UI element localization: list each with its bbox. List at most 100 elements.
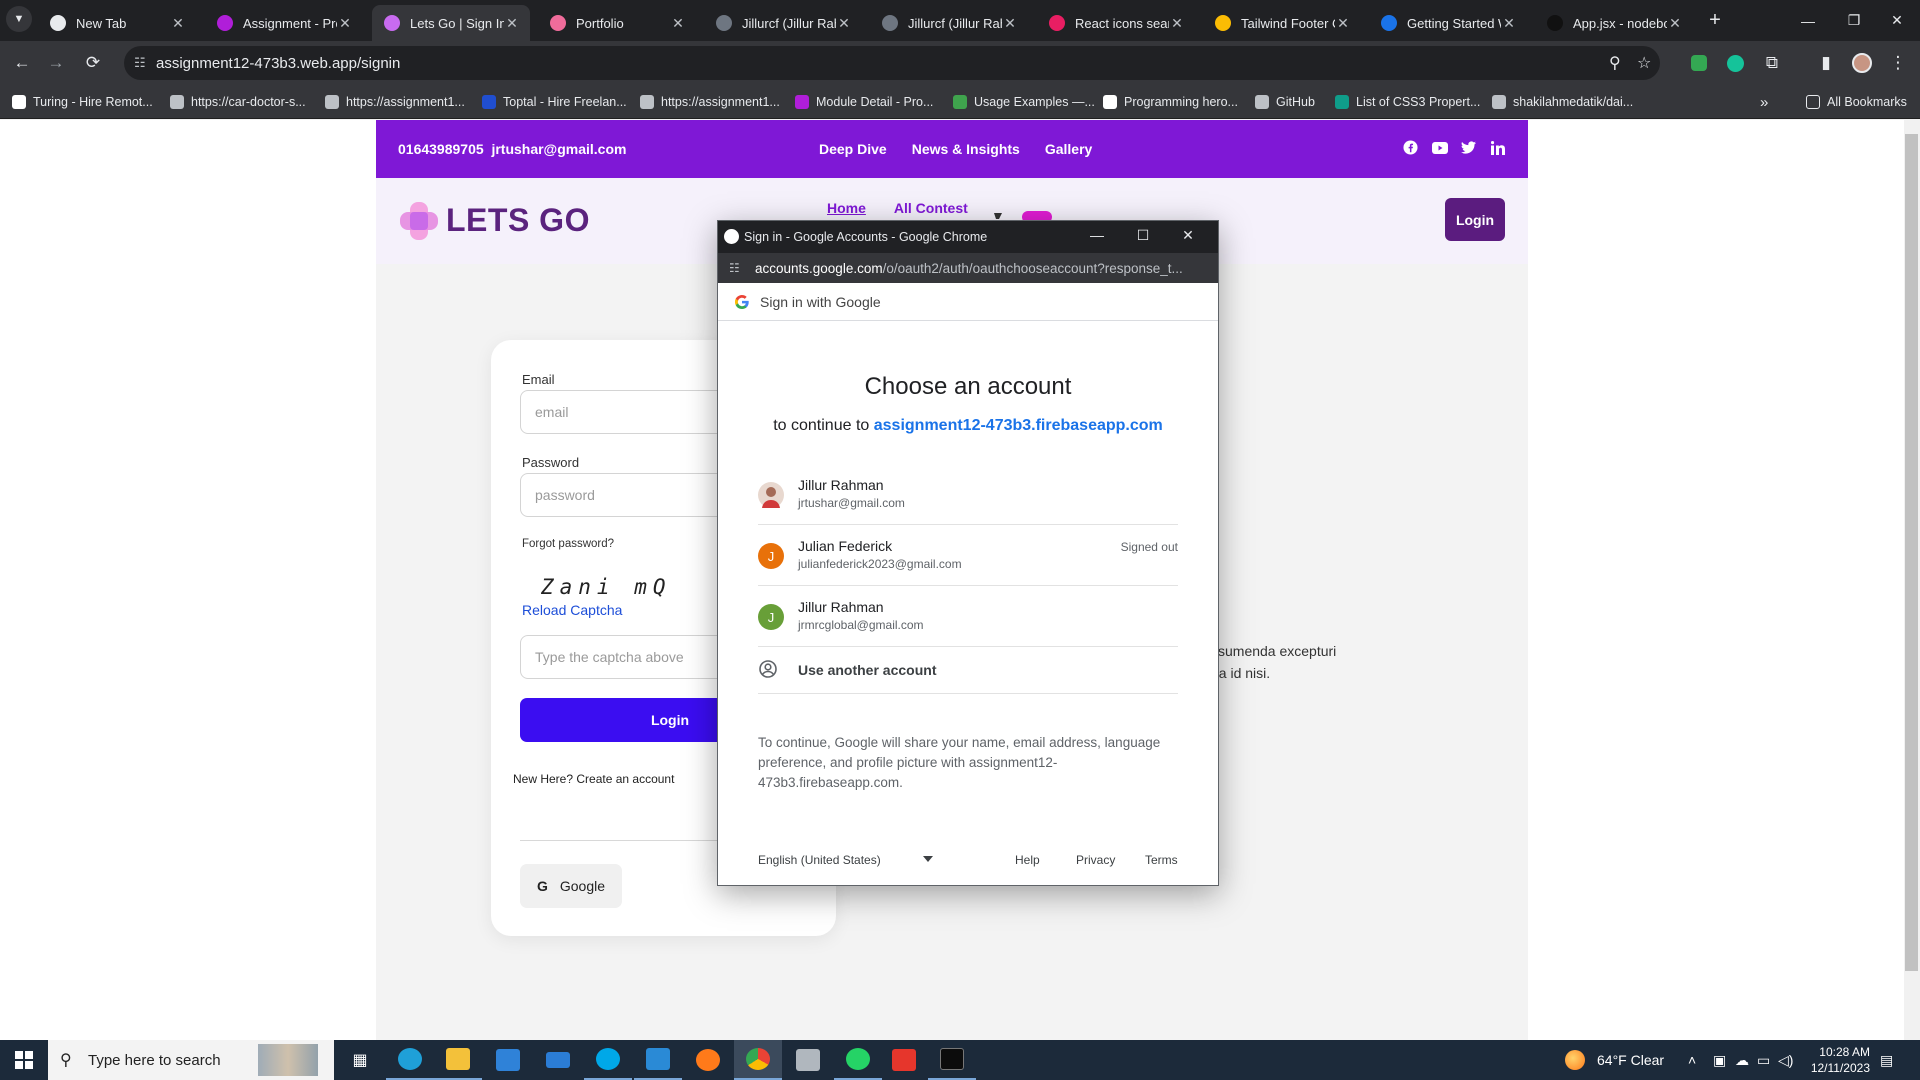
whatsapp-app[interactable] xyxy=(834,1040,882,1080)
meet-now-icon[interactable]: ▣ xyxy=(1713,1052,1726,1069)
privacy-link[interactable]: Privacy xyxy=(1076,853,1115,867)
language-select[interactable]: English (United States) xyxy=(758,853,881,867)
close-tab-icon[interactable]: ✕ xyxy=(670,15,686,32)
logo-icon[interactable] xyxy=(398,200,440,242)
more-bookmarks-chevron-icon[interactable]: » xyxy=(1760,93,1768,111)
browser-tab[interactable]: React icons search✕ xyxy=(1037,5,1195,41)
onedrive-icon[interactable]: ☁ xyxy=(1735,1052,1749,1069)
browser-menu-icon[interactable]: ⋮ xyxy=(1884,49,1912,77)
start-button[interactable] xyxy=(0,1040,48,1080)
terms-link[interactable]: Terms xyxy=(1145,853,1178,867)
close-tab-icon[interactable]: ✕ xyxy=(504,15,520,32)
bookmark-item[interactable]: Usage Examples —... xyxy=(953,93,1095,111)
system-clock[interactable]: 10:28 AM 12/11/2023 xyxy=(1811,1044,1870,1076)
minimize-window-button[interactable]: — xyxy=(1785,0,1831,41)
site-info-icon[interactable]: ☷ xyxy=(729,261,740,275)
address-bar-url[interactable]: assignment12-473b3.web.app/signin xyxy=(156,55,400,72)
youtube-icon[interactable] xyxy=(1431,139,1448,156)
header-login-button[interactable]: Login xyxy=(1445,198,1505,241)
nav-news-insights[interactable]: News & Insights xyxy=(912,141,1020,157)
reload-button[interactable]: ⟳ xyxy=(79,49,107,77)
account-item[interactable]: J Julian Federick julianfederick2023@gma… xyxy=(758,525,1178,586)
address-bar[interactable]: ☷ assignment12-473b3.web.app/signin ⚲ ☆ xyxy=(124,46,1660,80)
close-tab-icon[interactable]: ✕ xyxy=(1667,15,1683,32)
side-panel-icon[interactable]: ▮ xyxy=(1812,49,1840,77)
chevron-down-icon[interactable] xyxy=(923,856,933,862)
linkedin-icon[interactable] xyxy=(1489,139,1506,156)
bookmark-item[interactable]: https://car-doctor-s... xyxy=(170,93,306,111)
logo-text[interactable]: LETS GO xyxy=(446,202,590,239)
back-button[interactable]: ← xyxy=(8,49,36,77)
browser-tab[interactable]: App.jsx - nodebox ✕ xyxy=(1535,5,1693,41)
page-scrollbar-thumb[interactable] xyxy=(1905,134,1918,971)
popup-address-bar[interactable]: ☷ accounts.google.com/o/oauth2/auth/oaut… xyxy=(718,253,1218,283)
printer-app[interactable] xyxy=(784,1040,832,1080)
nav-deep-dive[interactable]: Deep Dive xyxy=(819,141,887,157)
bookmark-item[interactable]: Module Detail - Pro... xyxy=(795,93,933,111)
show-hidden-icons-chevron-icon[interactable]: ˄ xyxy=(1688,1052,1696,1068)
anydesk-app[interactable] xyxy=(880,1040,928,1080)
zoom-icon[interactable]: ⚲ xyxy=(1609,53,1621,73)
close-tab-icon[interactable]: ✕ xyxy=(1501,15,1517,32)
restore-window-button[interactable]: ❐ xyxy=(1831,0,1877,41)
nav-gallery[interactable]: Gallery xyxy=(1045,141,1092,157)
chrome-app[interactable] xyxy=(734,1040,782,1080)
tab-search-button[interactable]: ▼ xyxy=(6,6,32,32)
popup-minimize-button[interactable]: — xyxy=(1087,227,1107,243)
browser-tab[interactable]: Portfolio ✕ xyxy=(538,5,696,41)
terminal-app[interactable] xyxy=(928,1040,976,1080)
skype-app[interactable] xyxy=(584,1040,632,1080)
store-app[interactable] xyxy=(484,1040,532,1080)
browser-tab[interactable]: Getting Started W ✕ xyxy=(1369,5,1527,41)
bookmark-item[interactable]: https://assignment1... xyxy=(325,93,465,111)
mail-app[interactable] xyxy=(534,1040,582,1080)
close-tab-icon[interactable]: ✕ xyxy=(337,15,353,32)
use-another-account-button[interactable]: Use another account xyxy=(758,646,1178,694)
facebook-icon[interactable] xyxy=(1402,139,1419,156)
bookmark-item[interactable]: https://assignment1... xyxy=(640,93,780,111)
bookmark-item[interactable]: GitHub xyxy=(1255,93,1315,111)
account-item[interactable]: Jillur Rahman jrtushar@gmail.com xyxy=(758,464,1178,525)
popup-maximize-button[interactable]: ☐ xyxy=(1133,227,1153,244)
forgot-password-link[interactable]: Forgot password? xyxy=(522,538,614,550)
browser-tab[interactable]: Assignment - Pro ✕ xyxy=(205,5,363,41)
file-explorer-app[interactable] xyxy=(434,1040,482,1080)
forward-button[interactable]: → xyxy=(42,49,70,77)
help-link[interactable]: Help xyxy=(1015,853,1040,867)
close-window-button[interactable]: ✕ xyxy=(1874,0,1920,41)
close-tab-icon[interactable]: ✕ xyxy=(1335,15,1351,32)
extensions-puzzle-icon[interactable]: ⧉ xyxy=(1758,49,1786,77)
browser-tab[interactable]: Tailwind Footer Co✕ xyxy=(1203,5,1361,41)
notifications-icon[interactable]: ▤ xyxy=(1880,1052,1893,1069)
browser-tab[interactable]: Lets Go | Sign In ✕ xyxy=(372,5,530,41)
bookmark-item[interactable]: Programming hero... xyxy=(1103,93,1238,111)
edge-app[interactable] xyxy=(386,1040,434,1080)
extension-icon[interactable] xyxy=(1685,49,1713,77)
network-icon[interactable]: ▭ xyxy=(1757,1052,1770,1069)
browser-tab[interactable]: New Tab ✕ xyxy=(38,5,196,41)
all-bookmarks-folder[interactable]: All Bookmarks xyxy=(1806,93,1907,111)
bookmark-star-icon[interactable]: ☆ xyxy=(1637,53,1651,73)
account-item[interactable]: J Jillur Rahman jrmrcglobal@gmail.com xyxy=(758,586,1178,647)
grammarly-extension-icon[interactable] xyxy=(1721,49,1749,77)
vscode-app[interactable] xyxy=(634,1040,682,1080)
bookmark-item[interactable]: shakilahmedatik/dai... xyxy=(1492,93,1633,111)
create-account-link[interactable]: New Here? Create an account xyxy=(513,772,674,786)
nav-all-contest[interactable]: All Contest xyxy=(894,200,968,216)
taskbar-search-box[interactable]: ⚲ Type here to search xyxy=(48,1040,334,1080)
weather-text[interactable]: 64°F Clear xyxy=(1597,1052,1664,1068)
continue-app-link[interactable]: assignment12-473b3.firebaseapp.com xyxy=(874,417,1163,434)
reload-captcha-link[interactable]: Reload Captcha xyxy=(522,602,622,618)
profile-avatar[interactable] xyxy=(1848,49,1876,77)
bookmark-item[interactable]: List of CSS3 Propert... xyxy=(1335,93,1480,111)
close-tab-icon[interactable]: ✕ xyxy=(836,15,852,32)
close-tab-icon[interactable]: ✕ xyxy=(1169,15,1185,32)
close-tab-icon[interactable]: ✕ xyxy=(1002,15,1018,32)
twitter-icon[interactable] xyxy=(1460,139,1477,156)
weather-icon[interactable] xyxy=(1565,1050,1585,1070)
site-info-icon[interactable]: ☷ xyxy=(134,55,146,71)
google-signin-button[interactable]: G Google xyxy=(520,864,622,908)
nav-home[interactable]: Home xyxy=(827,200,866,216)
firefox-app[interactable] xyxy=(684,1040,732,1080)
volume-icon[interactable]: ◁) xyxy=(1778,1052,1793,1069)
